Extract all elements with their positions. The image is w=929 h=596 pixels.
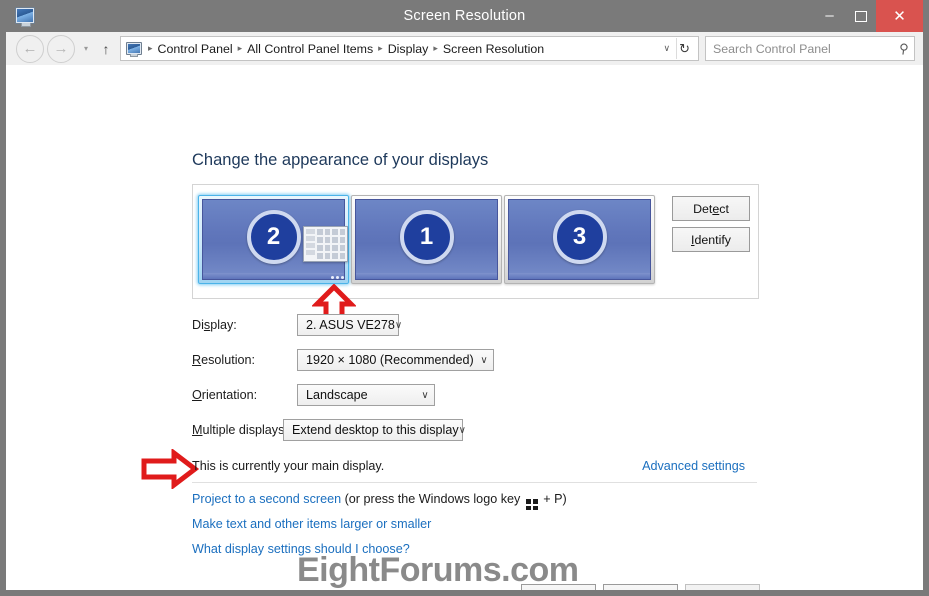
monitor-taskbar-dots-icon [331,276,344,279]
resolution-select[interactable]: 1920 × 1080 (Recommended) ∨ [297,349,494,371]
up-button[interactable]: ↑ [96,36,116,62]
orientation-select[interactable]: Landscape ∨ [297,384,435,406]
display-select-value: 2. ASUS VE278 [306,318,395,332]
window-title: Screen Resolution [403,8,526,24]
apply-label-pre: A [707,590,715,591]
breadcrumb-separator-icon: ▸ [237,43,243,53]
breadcrumb-item-control-panel[interactable]: Control Panel [156,42,235,56]
breadcrumb-item-all-control-panel-items[interactable]: All Control Panel Items [245,42,375,56]
windows-logo-key-icon [525,499,538,511]
ok-button[interactable]: OK [521,584,596,590]
display-arrangement-panel[interactable]: 2 1 3 Det e ct I dentify [192,184,759,299]
search-input[interactable]: Search Control Panel ⚲ [705,36,915,61]
detect-label-accel: e [712,201,720,216]
monitor-thumbnail-3[interactable]: 3 [504,195,655,284]
orientation-label: Orientation: [192,388,258,402]
chevron-down-icon[interactable]: ∨ [475,355,493,366]
multiple-displays-select-value: Extend desktop to this display [292,423,459,437]
breadcrumb-separator-icon: ▸ [148,43,153,53]
divider [192,482,757,483]
project-link-text[interactable]: Project to a second screen [192,492,341,506]
resolution-field-row: Resolution: 1920 × 1080 (Recommended) ∨ [192,349,494,371]
detect-button[interactable]: Det e ct [672,196,750,221]
identify-button[interactable]: Identify [672,227,750,252]
chevron-down-icon[interactable]: ∨ [459,425,466,436]
detect-label-pre: Det [693,201,713,216]
monitor-number-label: 3 [552,209,607,264]
cancel-button[interactable]: Cancel [603,584,678,590]
make-text-larger-link[interactable]: Make text and other items larger or smal… [192,517,431,531]
detect-label-post: ct [719,201,729,216]
monitor-taskbar [355,273,498,280]
project-link-suffix-pre: (or press the Windows logo key [341,492,524,506]
maximize-icon [854,10,867,22]
title-bar: Screen Resolution – ✕ [6,0,923,32]
display-label: Display: [192,318,237,332]
window-controls: – ✕ [814,0,923,32]
back-button[interactable]: ← [16,34,44,63]
resolution-select-value: 1920 × 1080 (Recommended) [306,353,474,367]
forward-button[interactable]: → [47,34,75,63]
page-title: Change the appearance of your displays [192,151,489,169]
project-to-second-screen-link[interactable]: Project to a second screen (or press the… [192,492,567,511]
monitor-screen: 1 [355,199,498,274]
apply-button: Apply [685,584,760,590]
monitor-screen: 2 [202,199,348,274]
resolution-label: Resolution: [192,353,256,367]
chevron-down-icon[interactable]: ∨ [416,390,434,401]
address-bar: ← → ▾ ↑ ▸ Control Panel ▸ All Control Pa… [6,32,923,65]
dialog-button-row: OK Cancel Apply [6,584,923,590]
annotation-arrow-right-icon [140,447,200,491]
monitor-number-label: 2 [246,209,301,264]
apply-label-post: ply [722,590,738,591]
multiple-displays-label: Multiple displays: [192,423,288,437]
monitor-thumbnail-2[interactable]: 2 [198,195,349,284]
breadcrumb-separator-icon: ▸ [378,43,383,53]
breadcrumb-display-icon [126,41,142,57]
monitor-number-label: 1 [399,209,454,264]
breadcrumb-separator-icon: ▸ [433,43,438,53]
start-screen-tiles-icon [303,226,348,262]
chevron-down-icon[interactable]: ∨ [660,43,677,54]
display-field-row: Display: 2. ASUS VE278 ∨ [192,314,402,336]
breadcrumb-item-display[interactable]: Display [386,42,431,56]
close-button[interactable]: ✕ [876,0,923,32]
minimize-button[interactable]: – [814,0,845,39]
display-monitor-icon [14,4,36,27]
breadcrumb-item-screen-resolution[interactable]: Screen Resolution [441,42,546,56]
search-icon[interactable]: ⚲ [898,40,911,57]
multiple-displays-field-row: Multiple displays: Extend desktop to thi… [192,419,466,441]
maximize-button[interactable] [845,0,876,32]
multiple-displays-select[interactable]: Extend desktop to this display ∨ [283,419,466,441]
display-select[interactable]: 2. ASUS VE278 ∨ [297,314,402,336]
main-display-status-text: This is currently your main display. [192,459,385,473]
recent-locations-icon[interactable]: ▾ [78,36,94,62]
search-placeholder: Search Control Panel [713,41,831,56]
identify-label-post: dentify [694,232,731,247]
monitor-taskbar [202,273,345,280]
orientation-field-row: Orientation: Landscape ∨ [192,384,435,406]
monitor-screen: 3 [508,199,651,274]
project-link-suffix-post: + P) [539,492,567,506]
apply-label-accel: p [715,590,722,591]
content-area: Change the appearance of your displays 2 [6,65,923,590]
monitor-thumbnail-1[interactable]: 1 [351,195,502,284]
screen-resolution-window: Screen Resolution – ✕ ← → ▾ ↑ ▸ Control … [0,0,929,596]
monitor-taskbar [508,273,651,280]
breadcrumb[interactable]: ▸ Control Panel ▸ All Control Panel Item… [120,36,699,61]
chevron-down-icon[interactable]: ∨ [395,320,402,331]
advanced-settings-link[interactable]: Advanced settings [642,459,745,473]
orientation-select-value: Landscape [306,388,368,402]
refresh-icon[interactable]: ↻ [676,38,696,59]
